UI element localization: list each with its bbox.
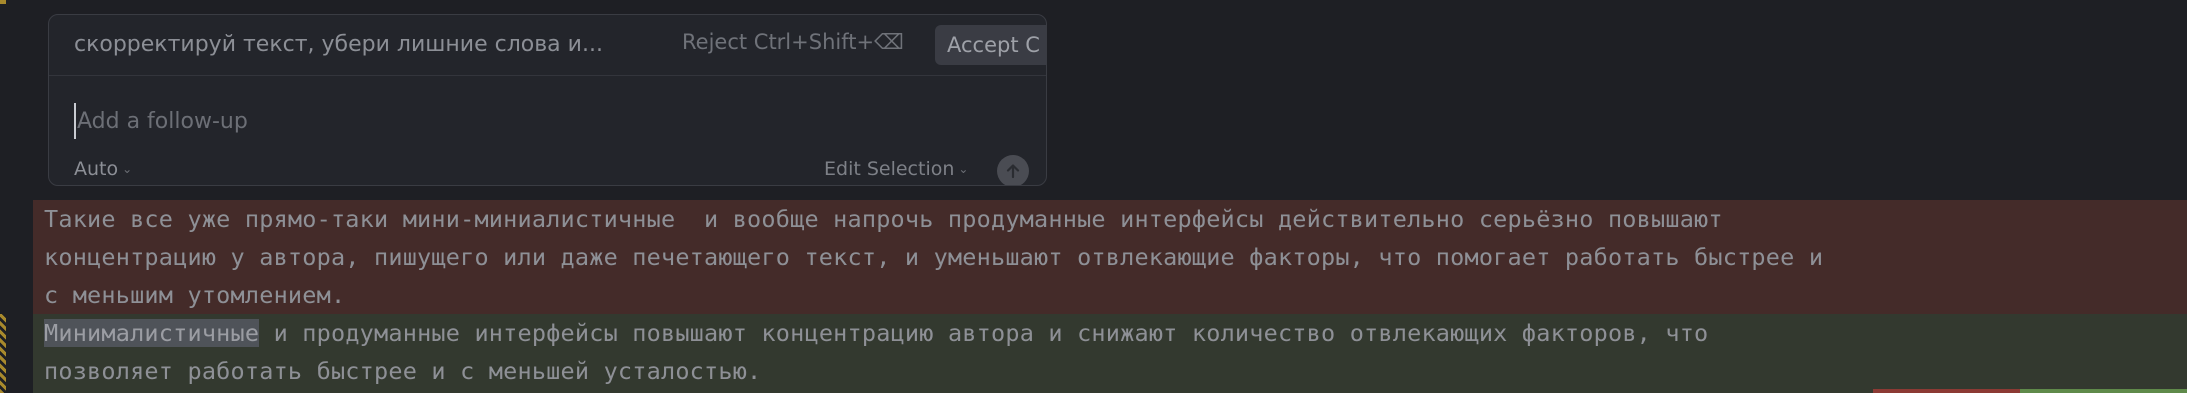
send-button[interactable] <box>997 155 1029 185</box>
chevron-down-icon: ⌄ <box>958 162 969 176</box>
edit-selection-label: Edit Selection <box>824 158 955 180</box>
added-line-1-rest: и продуманные интерфейсы повышают концен… <box>259 319 1709 347</box>
added-line-2: позволяет работать быстрее и с меньшей у… <box>44 357 762 385</box>
added-line-1[interactable]: Минималистичные и продуманные интерфейсы… <box>44 319 1708 347</box>
mode-label: Auto <box>74 158 119 180</box>
minimap-removed-marker <box>1873 389 2020 393</box>
removed-line-3: с меньшим утомлением. <box>44 281 346 309</box>
selected-text[interactable]: Минималистичные <box>44 319 260 347</box>
gutter-change-marker <box>0 314 6 393</box>
followup-input[interactable] <box>74 103 979 139</box>
inline-prompt-panel: скорректируй текст, убери лишние слова и… <box>48 14 1047 186</box>
gutter-marker <box>0 0 6 4</box>
minimap-added-marker <box>2020 389 2187 393</box>
edit-selection-dropdown[interactable]: Edit Selection ⌄ <box>824 158 968 180</box>
mode-select[interactable]: Auto ⌄ <box>74 158 132 180</box>
removed-line-2: концентрацию у автора, пишущего или даже… <box>44 243 1824 271</box>
accept-button[interactable]: Accept C <box>935 25 1046 65</box>
chevron-down-icon: ⌄ <box>122 162 133 176</box>
prompt-header: скорректируй текст, убери лишние слова и… <box>49 15 1046 76</box>
editor[interactable]: скорректируй текст, убери лишние слова и… <box>0 0 2187 393</box>
prompt-summary[interactable]: скорректируй текст, убери лишние слова и… <box>74 32 603 57</box>
removed-line-1: Такие все уже прямо-таки мини-миниалисти… <box>44 205 1723 233</box>
reject-button[interactable]: Reject Ctrl+Shift+⌫ <box>682 30 904 54</box>
arrow-up-icon <box>1006 164 1020 179</box>
